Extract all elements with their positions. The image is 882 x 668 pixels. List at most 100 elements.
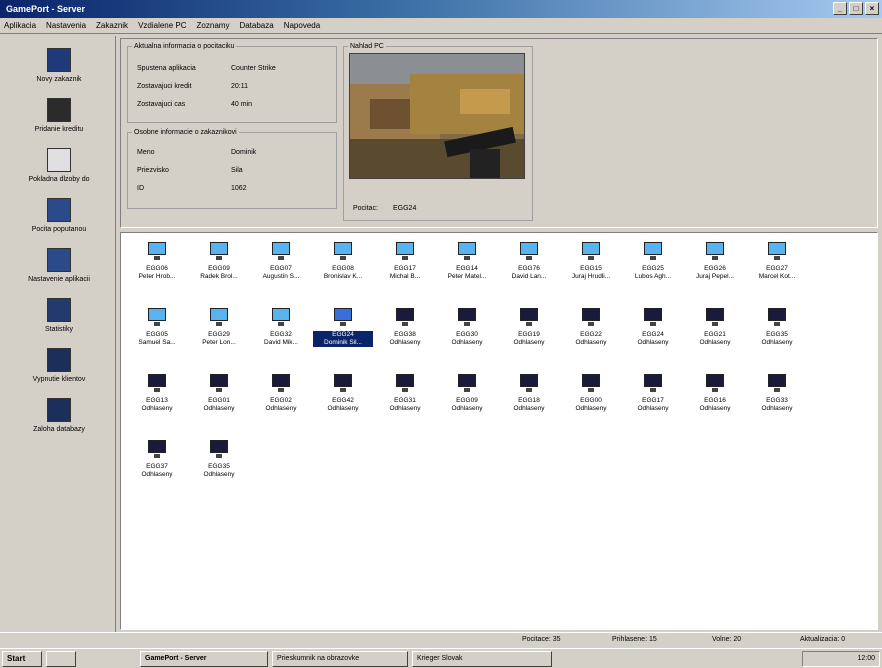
computer-item[interactable]: EGG05 Samuel Sa... [127,303,187,363]
computer-icon [704,241,726,263]
computer-item[interactable]: EGG08 Bronislav K... [313,237,373,297]
computer-id: EGG02 [270,397,292,404]
computer-icon [332,307,354,329]
menu-item[interactable]: Zakaznik [96,18,128,33]
computer-icon [580,373,602,395]
sidebar-label: Pokladna dlzoby do [28,176,90,183]
user-label: ID [137,185,144,192]
computer-item[interactable]: EGG33 Odhlaseny [747,369,807,429]
computer-item[interactable]: EGG06 Peter Hrob... [127,237,187,297]
computer-item[interactable]: EGG25 Lubos Agh... [623,237,683,297]
status-update: Aktualizacia: 0 [800,636,846,643]
computer-id: EGG27 [766,265,788,272]
sidebar-button[interactable]: Pokladna dlzoby do [6,148,112,183]
detail-panel: Aktualna informacia o pocitaciku Spusten… [120,38,878,228]
computer-item[interactable]: EGG07 Augustin S... [251,237,311,297]
computer-icon [394,307,416,329]
computer-id: EGG32 [270,331,292,338]
computer-id: EGG42 [332,397,354,404]
computer-item[interactable]: EGG26 Juraj Pepel... [685,237,745,297]
menu-item[interactable]: Nastavenia [46,18,86,33]
computer-icon [146,439,168,461]
computer-item[interactable]: EGG01 Odhlaseny [189,369,249,429]
sidebar-button[interactable]: Nastavenie aplikacii [6,248,112,283]
menu-item[interactable]: Vzdialene PC [138,18,186,33]
computer-id: EGG35 [766,331,788,338]
computer-item[interactable]: EGG37 Odhlaseny [127,435,187,495]
user-info-legend: Osobne informacie o zakaznikovi [134,129,237,136]
menu-item[interactable]: Napoveda [284,18,320,33]
computer-item[interactable]: EGG15 Juraj Hrudli... [561,237,621,297]
close-icon[interactable]: × [865,2,879,15]
computer-user: Odhlaseny [451,339,483,346]
computer-grid: EGG06 Peter Hrob... EGG09 Radek Brol... EGG0… [120,232,878,630]
sidebar-button[interactable]: Pocita poputanou [6,198,112,233]
computer-icon [766,373,788,395]
computer-id: EGG13 [146,397,168,404]
shutdown-icon [47,348,71,372]
computer-item[interactable]: EGG76 David Lan... [499,237,559,297]
sidebar-label: Pocita poputanou [31,226,87,233]
sidebar-button[interactable]: Vypnutie klientov [6,348,112,383]
sidebar-label: Vypnutie klientov [32,376,86,383]
computer-id: EGG14 [456,265,478,272]
computer-item[interactable]: EGG35 Odhlaseny [189,435,249,495]
sidebar-button[interactable]: Novy zakaznik [6,48,112,83]
taskbar-item-0[interactable]: GamePort - Server [140,651,268,667]
computer-item[interactable]: EGG24 Dominik Sil... [313,303,373,363]
computer-item[interactable]: EGG27 Marcel Kot... [747,237,807,297]
sidebar-button[interactable]: Statistiky [6,298,112,333]
info-value: 20:11 [231,83,248,90]
computer-item[interactable]: EGG31 Odhlaseny [375,369,435,429]
start-label: Start [7,654,26,663]
menu-item[interactable]: Zoznamy [197,18,230,33]
computer-id: EGG17 [394,265,416,272]
computer-item[interactable]: EGG17 Odhlaseny [623,369,683,429]
computer-item[interactable]: EGG16 Odhlaseny [685,369,745,429]
computer-id: EGG29 [208,331,230,338]
computer-item[interactable]: EGG32 David Mik... [251,303,311,363]
computer-item[interactable]: EGG22 Odhlaseny [561,303,621,363]
computer-item[interactable]: EGG35 Odhlaseny [747,303,807,363]
computer-item[interactable]: EGG29 Peter Lon... [189,303,249,363]
quicklaunch-icon[interactable] [46,651,76,667]
preview-pc-value: EGG24 [393,205,417,212]
computer-icon [146,307,168,329]
computer-user: Odhlaseny [389,405,421,412]
status-computers: Pocitace: 35 [522,636,561,643]
taskbar-item-2[interactable]: Krieger Slovak [412,651,552,667]
computer-icon [270,373,292,395]
maximize-icon[interactable]: □ [849,2,863,15]
computer-icon [146,373,168,395]
computer-item[interactable]: EGG30 Odhlaseny [437,303,497,363]
computer-item[interactable]: EGG21 Odhlaseny [685,303,745,363]
computer-item[interactable]: EGG13 Odhlaseny [127,369,187,429]
computer-item[interactable]: EGG09 Odhlaseny [437,369,497,429]
computer-item[interactable]: EGG17 Michal B... [375,237,435,297]
menu-item[interactable]: Aplikacia [4,18,36,33]
computer-id: EGG09 [456,397,478,404]
computer-item[interactable]: EGG18 Odhlaseny [499,369,559,429]
menu-item[interactable]: Databaza [239,18,273,33]
sidebar-button[interactable]: Zaloha databazy [6,398,112,433]
computer-icon [766,241,788,263]
computer-user: Odhlaseny [637,405,669,412]
computer-icon [704,307,726,329]
computer-icon [518,307,540,329]
computer-item[interactable]: EGG38 Odhlaseny [375,303,435,363]
minimize-icon[interactable]: _ [833,2,847,15]
computer-item[interactable]: EGG42 Odhlaseny [313,369,373,429]
computer-id: EGG25 [642,265,664,272]
computer-id: EGG16 [704,397,726,404]
computer-user: Odhlaseny [513,405,545,412]
computer-item[interactable]: EGG24 Odhlaseny [623,303,683,363]
computer-id: EGG17 [642,397,664,404]
computer-item[interactable]: EGG09 Radek Brol... [189,237,249,297]
computer-item[interactable]: EGG14 Peter Matel... [437,237,497,297]
computer-item[interactable]: EGG00 Odhlaseny [561,369,621,429]
computer-item[interactable]: EGG02 Odhlaseny [251,369,311,429]
start-button[interactable]: Start [2,651,42,667]
sidebar-button[interactable]: Pridanie kreditu [6,98,112,133]
computer-item[interactable]: EGG19 Odhlaseny [499,303,559,363]
taskbar-item-1[interactable]: Prieskumnik na obrazovke [272,651,408,667]
